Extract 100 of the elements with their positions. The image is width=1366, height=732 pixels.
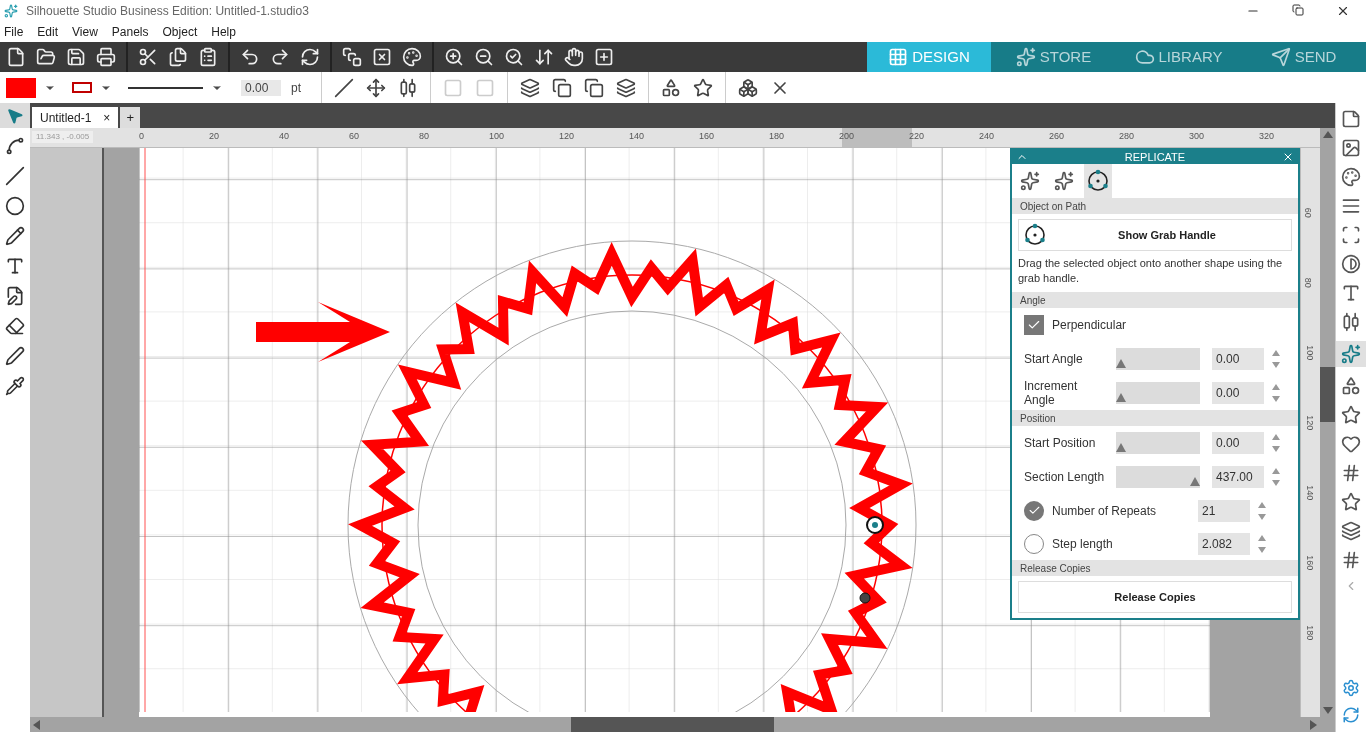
replicate-mode-tab[interactable] [1084,164,1112,198]
palette-icon[interactable] [1341,167,1361,187]
number-field[interactable]: 437.00 [1212,466,1264,488]
cursor-coordinates: 11.343 , -0.005 [32,131,94,143]
pencil-icon[interactable] [5,226,25,246]
redo-icon[interactable] [270,47,290,67]
tab-close-button[interactable]: × [103,108,111,127]
slider-thumb[interactable] [1116,359,1126,368]
vertical-scrollbar[interactable] [1320,128,1335,732]
slider[interactable] [1116,348,1200,370]
scrollbar-thumb[interactable] [1320,367,1335,422]
bezier-curve-icon[interactable] [5,136,25,156]
spinner-arrows-icon[interactable] [1272,433,1280,453]
path-point-icon[interactable] [859,592,871,604]
shapes-icon[interactable] [661,77,681,98]
hatch-icon[interactable] [1341,550,1361,570]
frame-icon[interactable] [1341,225,1361,245]
edit-document-icon[interactable] [5,286,25,306]
settings-icon[interactable] [1342,679,1360,697]
spinner-arrows-icon[interactable] [1272,467,1280,487]
slider-thumb[interactable] [1116,443,1126,452]
sync-icon[interactable] [1342,706,1360,724]
print-icon[interactable] [96,47,116,67]
close-icon[interactable] [1336,4,1350,18]
image-icon[interactable] [1341,138,1361,158]
number-field[interactable]: 21 [1198,499,1250,522]
number-field[interactable]: 0.00 [1212,382,1264,404]
align-icon[interactable] [398,77,418,98]
move-icon[interactable] [366,77,386,98]
menu-item[interactable]: Object [162,23,198,41]
ellipse-icon[interactable] [5,196,25,216]
layers-icon[interactable] [1341,521,1361,541]
clipboard-icon[interactable] [198,47,218,67]
new-document-icon[interactable] [6,47,26,67]
hand-icon[interactable] [564,47,584,67]
ungroup-icon[interactable] [372,47,392,67]
align-icon[interactable] [1341,312,1361,332]
menu-item[interactable]: Edit [37,23,59,41]
save-icon[interactable] [66,47,86,67]
menu-item[interactable]: View [72,23,98,41]
send-back-icon[interactable] [616,77,636,98]
restore-icon[interactable] [1292,4,1304,16]
new-tab-button[interactable]: + [120,107,141,128]
scrollbar-thumb[interactable] [571,717,774,732]
grab-handle-icon[interactable] [866,516,884,534]
line-icon[interactable] [5,166,25,186]
release-copies-button[interactable]: Release Copies [1018,581,1292,613]
lines-icon[interactable] [1341,196,1361,216]
group-icon[interactable] [342,47,362,67]
number-field[interactable]: 0.00 [1212,348,1264,370]
folder-icon[interactable] [36,47,56,67]
radio-button[interactable] [1024,500,1044,521]
fill-color-swatch[interactable] [6,77,36,98]
menu-item[interactable]: File [4,23,24,41]
scissors-icon[interactable] [138,47,158,67]
number-field[interactable]: 0.00 [1212,432,1264,454]
radio-button[interactable] [1024,533,1044,554]
zoom-in-icon[interactable] [444,47,464,67]
star-icon[interactable] [1341,405,1361,425]
spinner-arrows-icon[interactable] [1272,349,1280,369]
horizontal-scrollbar[interactable] [30,717,1320,732]
line-color-swatch[interactable] [72,82,92,93]
spinner-arrows-icon[interactable] [1258,533,1266,554]
copy-icon[interactable] [168,47,188,67]
star-outline-icon[interactable] [1341,492,1361,512]
slider[interactable] [1116,432,1200,454]
bring-front-icon[interactable] [520,77,540,98]
text-style-icon[interactable] [1341,283,1361,303]
vertical-arrows-icon[interactable] [534,47,554,67]
undo-icon[interactable] [240,47,260,67]
spinner-arrows-icon[interactable] [1272,383,1280,403]
spinner-arrows-icon[interactable] [1258,500,1266,521]
zoom-select-icon[interactable] [504,47,524,67]
line-width-field[interactable]: 0.00 [241,79,281,96]
perpendicular-checkbox[interactable] [1024,315,1044,335]
slider-thumb[interactable] [1190,477,1200,486]
menu-item[interactable]: Panels [111,23,149,41]
slider[interactable] [1116,382,1200,404]
page-icon[interactable] [1341,109,1361,129]
shapes-icon[interactable] [1341,376,1361,396]
star-icon[interactable] [693,77,713,98]
squares-icon[interactable] [552,77,572,98]
heart-icon[interactable] [1341,434,1361,454]
menu-item[interactable]: Help [211,23,236,41]
number-field[interactable]: 2.082 [1198,532,1250,555]
contrast-icon[interactable] [1341,254,1361,274]
eyedropper-icon[interactable] [5,376,25,396]
check-icon [1027,318,1041,332]
line-icon[interactable] [334,77,354,98]
document-tab[interactable]: Untitled-1 × [32,107,119,128]
cubes-icon[interactable] [738,77,758,98]
text-tool-icon[interactable] [5,256,25,276]
fit-page-icon[interactable] [594,47,614,67]
squares-icon[interactable] [584,77,604,98]
eraser-icon[interactable] [5,316,25,336]
slider[interactable] [1116,466,1200,488]
pointer-icon[interactable] [6,106,24,125]
zoom-out-icon[interactable] [474,47,494,67]
refresh-icon[interactable] [300,47,320,67]
show-grab-handle-button[interactable]: Show Grab Handle [1018,219,1292,251]
